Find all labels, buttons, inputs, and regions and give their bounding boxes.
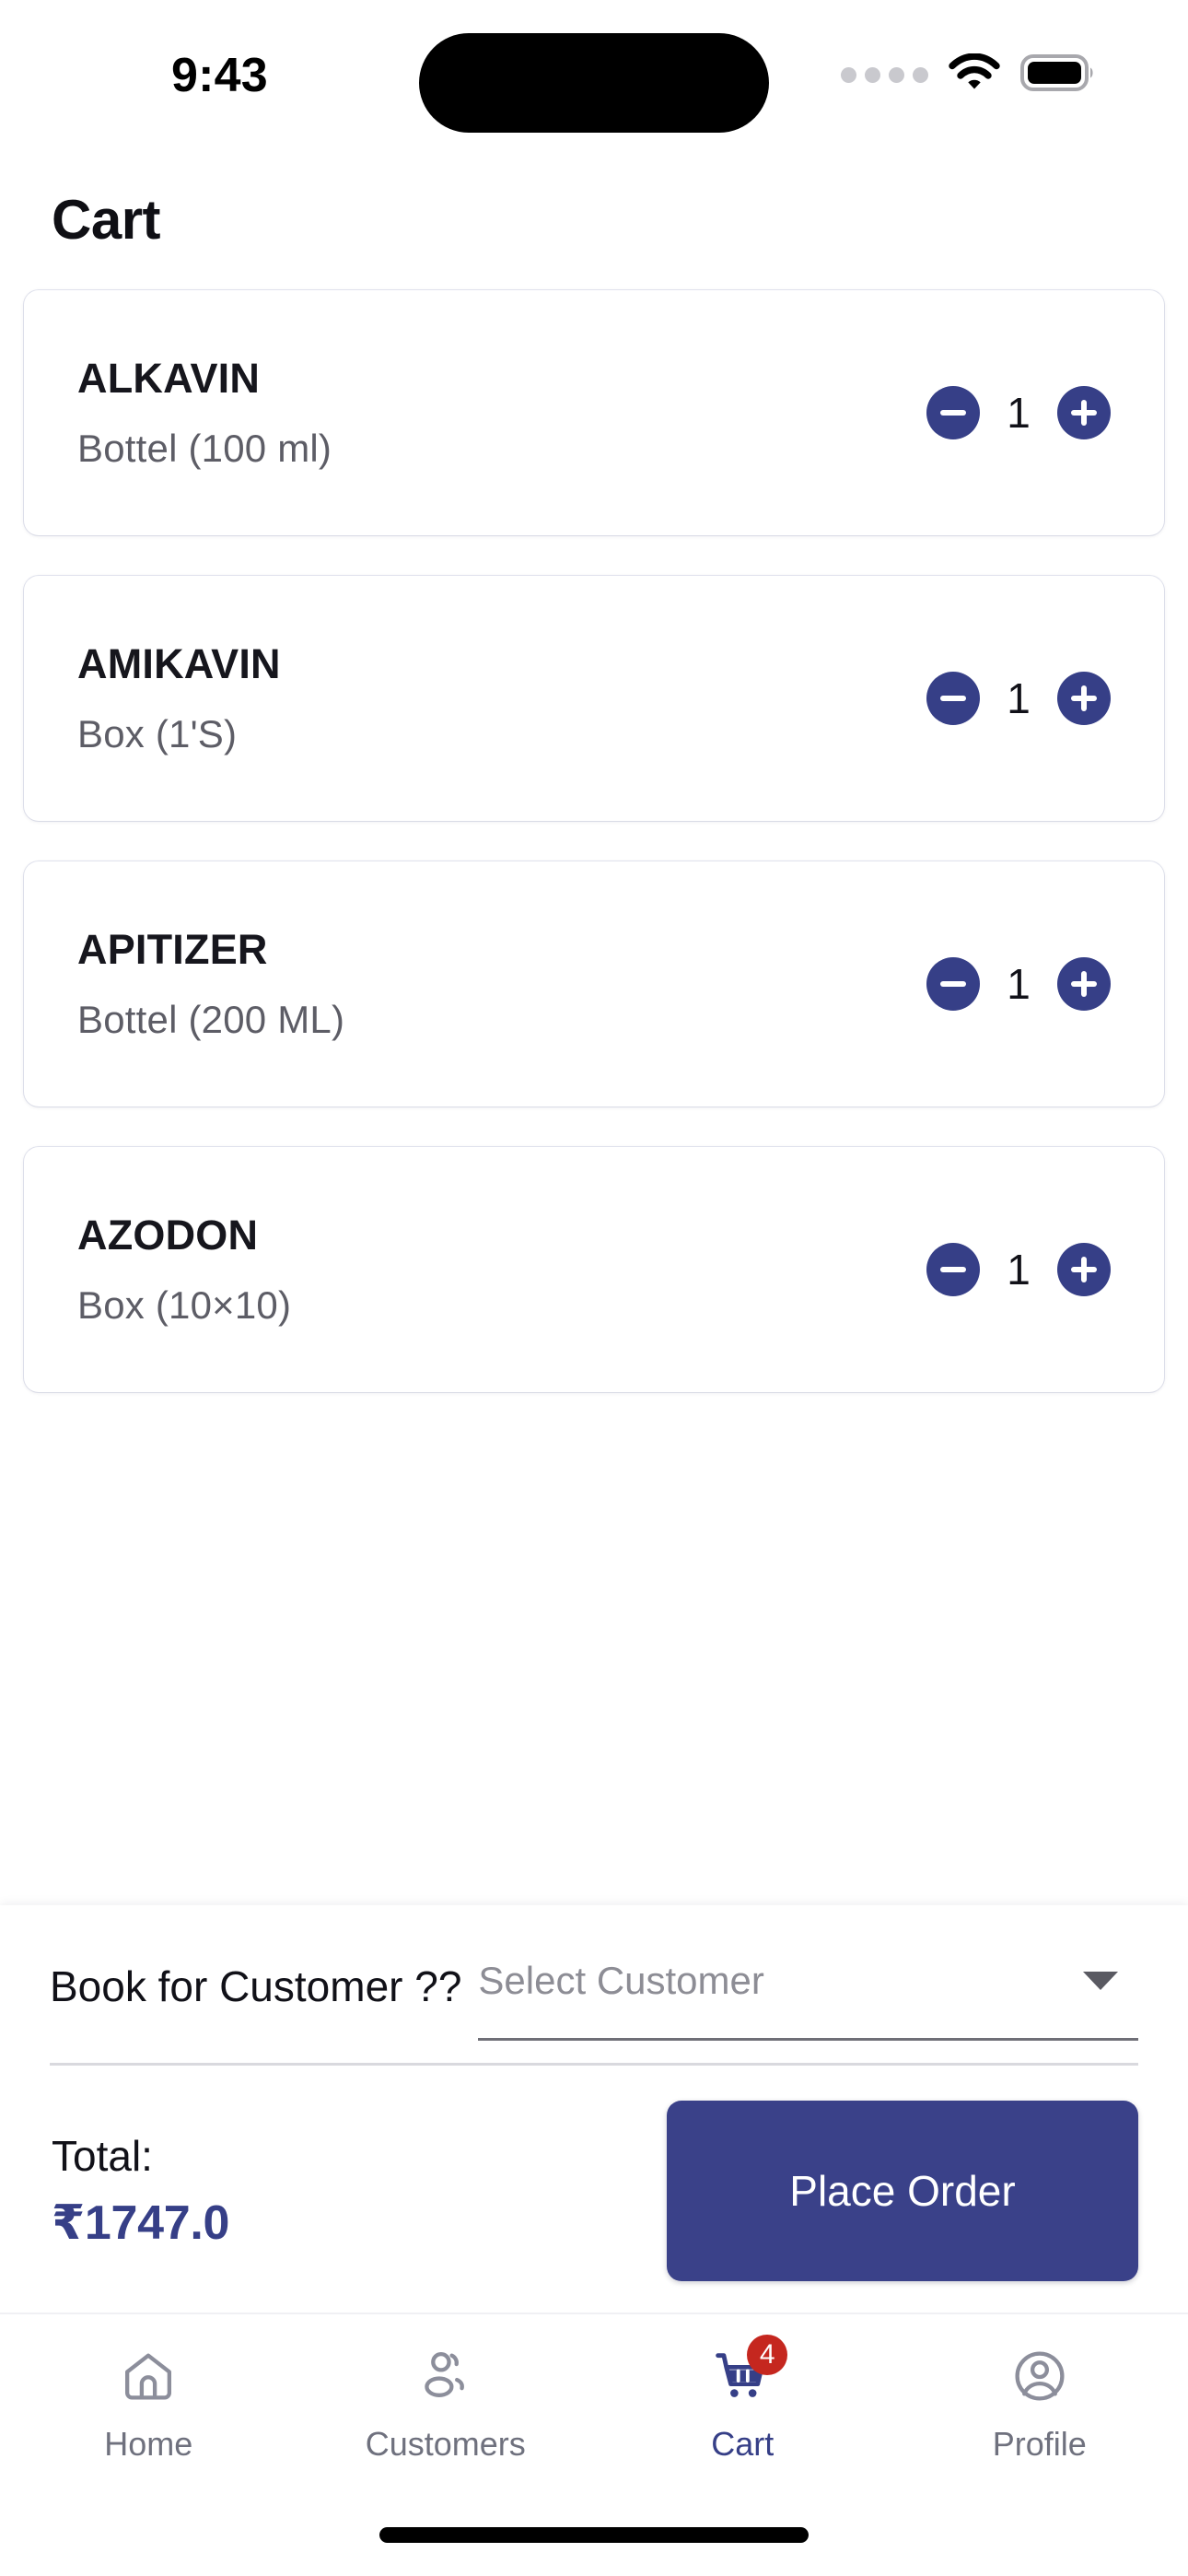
battery-icon [1020, 54, 1096, 96]
total-label: Total: [52, 2132, 153, 2180]
increment-quantity-button[interactable] [1057, 386, 1111, 439]
cart-items-list: ALKAVIN Bottel (100 ml) 1 AMIKAVIN Box (… [0, 253, 1188, 1905]
checkout-panel: Book for Customer ?? Select Customer Tot… [0, 1905, 1188, 2313]
status-bar-time: 9:43 [171, 49, 268, 102]
place-order-button[interactable]: Place Order [667, 2101, 1138, 2281]
decrement-quantity-button[interactable] [926, 386, 980, 439]
quantity-stepper: 1 [926, 1243, 1127, 1296]
quantity-stepper: 1 [926, 672, 1127, 725]
home-icon [114, 2342, 182, 2410]
quantity-value: 1 [1007, 1246, 1031, 1294]
cart-icon: 4 [708, 2335, 788, 2410]
tab-customers[interactable]: Customers [297, 2342, 595, 2464]
cart-item-name: AMIKAVIN [77, 640, 281, 687]
bottom-tab-bar: Home Customers 4 Cart Profile [0, 2313, 1188, 2493]
total-block: Total: ₹1747.0 [50, 2130, 229, 2252]
increment-quantity-button[interactable] [1057, 957, 1111, 1011]
quantity-stepper: 1 [926, 386, 1127, 439]
cart-item-pack: Bottel (100 ml) [77, 427, 332, 470]
cart-item-name: APITIZER [77, 926, 268, 973]
page-title: Cart [52, 189, 161, 251]
increment-quantity-button[interactable] [1057, 672, 1111, 725]
cart-item-row[interactable]: ALKAVIN Bottel (100 ml) 1 [24, 290, 1164, 535]
tab-profile-label: Profile [992, 2425, 1087, 2463]
cart-item-name: AZODON [77, 1212, 259, 1259]
users-icon [412, 2342, 480, 2410]
quantity-stepper: 1 [926, 957, 1127, 1011]
quantity-value: 1 [1007, 960, 1031, 1008]
increment-quantity-button[interactable] [1057, 1243, 1111, 1296]
quantity-value: 1 [1007, 674, 1031, 722]
cart-item-row[interactable]: AZODON Box (10×10) 1 [24, 1147, 1164, 1392]
customer-select-placeholder: Select Customer [478, 1959, 764, 2002]
home-indicator[interactable] [379, 2526, 809, 2543]
tab-home[interactable]: Home [0, 2342, 297, 2464]
decrement-quantity-button[interactable] [926, 672, 980, 725]
cart-item-info: AZODON Box (10×10) [77, 1211, 926, 1329]
tab-customers-label: Customers [365, 2425, 526, 2463]
cart-item-name: ALKAVIN [77, 355, 261, 402]
cart-item-row[interactable]: APITIZER Bottel (200 ML) 1 [24, 861, 1164, 1107]
cellular-signal-icon [841, 67, 928, 83]
cart-item-row[interactable]: AMIKAVIN Box (1'S) 1 [24, 576, 1164, 821]
decrement-quantity-button[interactable] [926, 957, 980, 1011]
book-for-customer-label: Book for Customer ?? [50, 1962, 462, 2010]
decrement-quantity-button[interactable] [926, 1243, 980, 1296]
chevron-down-icon [1083, 1972, 1118, 1990]
customer-select-dropdown[interactable]: Select Customer [478, 1957, 1138, 2041]
book-for-customer-row: Book for Customer ?? Select Customer [50, 1905, 1138, 2041]
cart-item-info: APITIZER Bottel (200 ML) [77, 925, 926, 1043]
total-row: Total: ₹1747.0 Place Order [50, 2066, 1138, 2313]
app-screen: 9:43 Cart ALKAVIN Bottel (100 ml) 1 AMIK… [0, 0, 1188, 2576]
cart-item-pack: Bottel (200 ML) [77, 998, 345, 1041]
cart-item-pack: Box (10×10) [77, 1283, 292, 1327]
cart-item-info: ALKAVIN Bottel (100 ml) [77, 354, 926, 472]
tab-profile[interactable]: Profile [891, 2342, 1188, 2464]
status-bar: 9:43 [0, 0, 1188, 161]
tab-cart-label: Cart [711, 2425, 775, 2463]
quantity-value: 1 [1007, 389, 1031, 437]
dynamic-island [419, 33, 769, 133]
tab-home-label: Home [104, 2425, 193, 2463]
wifi-icon [949, 53, 1000, 97]
cart-badge-count: 4 [747, 2335, 788, 2375]
status-bar-indicators [841, 53, 1096, 97]
cart-item-info: AMIKAVIN Box (1'S) [77, 639, 926, 757]
cart-item-pack: Box (1'S) [77, 712, 238, 755]
profile-icon [1006, 2342, 1074, 2410]
tab-cart[interactable]: 4 Cart [594, 2335, 891, 2464]
home-indicator-area [0, 2493, 1188, 2576]
total-amount: ₹1747.0 [52, 2196, 230, 2250]
